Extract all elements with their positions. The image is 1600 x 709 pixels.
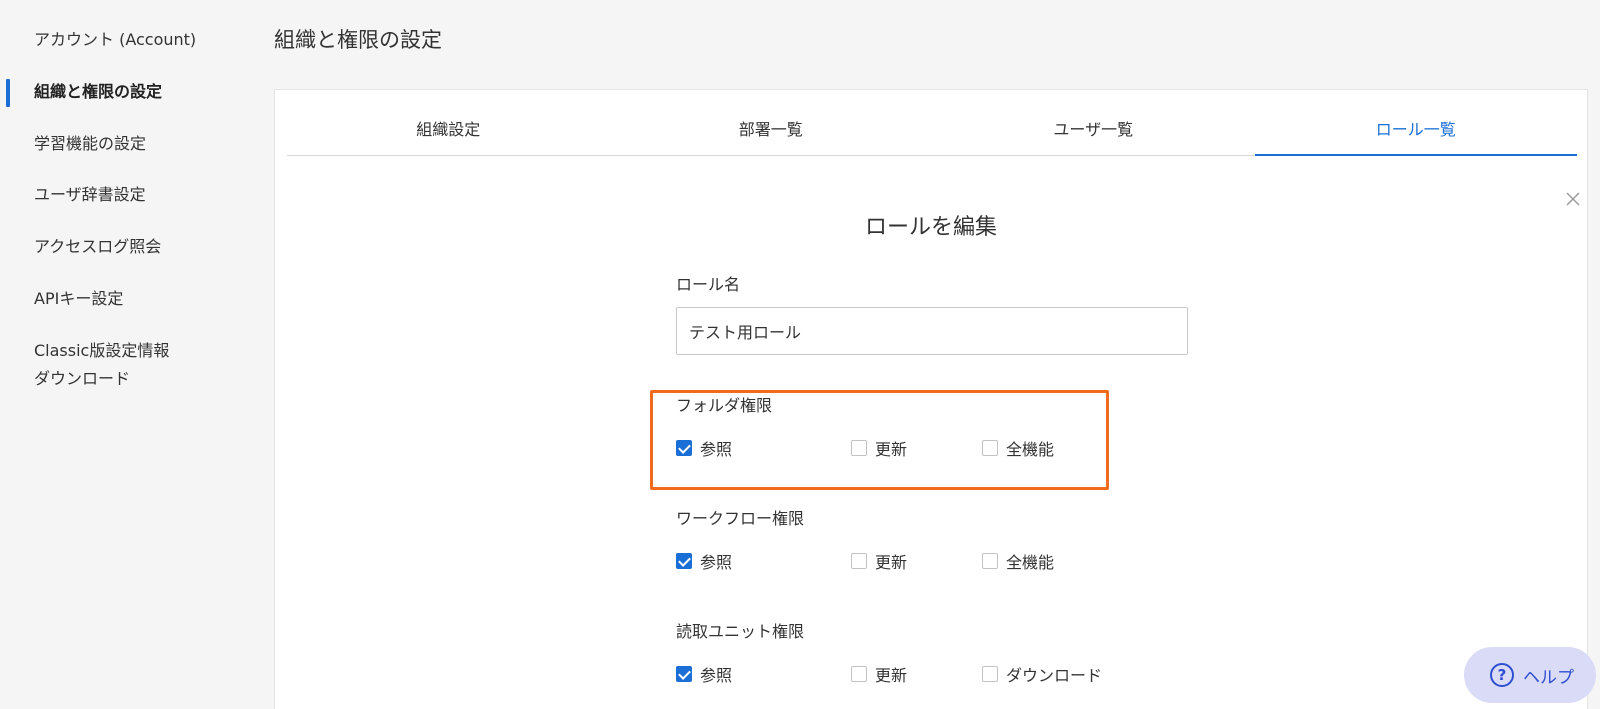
checkbox-unchecked-icon [851, 666, 867, 682]
help-icon: ? [1490, 663, 1514, 687]
workflow-view-checkbox[interactable]: 参照 [676, 549, 732, 573]
workflow-permission-label: ワークフロー権限 [676, 509, 805, 528]
workflow-update-checkbox[interactable]: 更新 [851, 549, 907, 573]
checkbox-unchecked-icon [851, 553, 867, 569]
workflow-permission-options: 参照 更新 全機能 [676, 549, 1196, 573]
help-button[interactable]: ? ヘルプ [1464, 647, 1596, 703]
sidebar-item-api-key[interactable]: APIキー設定 [34, 285, 123, 313]
folder-permission-highlight [650, 390, 1109, 490]
sidebar-item-access-log[interactable]: アクセスログ照会 [34, 233, 161, 261]
checkbox-unchecked-icon [982, 666, 998, 682]
sidebar: アカウント (Account) 組織と権限の設定 学習機能の設定 ユーザ辞書設定… [0, 0, 250, 709]
checkbox-label: ダウンロード [1006, 666, 1103, 685]
checkbox-label: 更新 [875, 553, 908, 572]
tab-department-list[interactable]: 部署一覧 [610, 90, 933, 155]
reading-unit-download-checkbox[interactable]: ダウンロード [982, 662, 1102, 686]
tab-organization-settings[interactable]: 組織設定 [287, 90, 610, 155]
checkbox-label: 参照 [700, 666, 733, 685]
checkbox-checked-icon [676, 666, 692, 682]
dialog-title: ロールを編集 [864, 215, 997, 240]
sidebar-item-classic-download[interactable]: Classic版設定情報 ダウンロード [34, 337, 169, 393]
sidebar-item-user-dictionary[interactable]: ユーザ辞書設定 [34, 181, 146, 209]
reading-unit-permission-options: 参照 更新 ダウンロード [676, 662, 1196, 686]
checkbox-unchecked-icon [982, 553, 998, 569]
checkbox-label: 更新 [875, 666, 908, 685]
sidebar-active-indicator [6, 79, 10, 107]
reading-unit-view-checkbox[interactable]: 参照 [676, 662, 732, 686]
tab-role-list[interactable]: ロール一覧 [1254, 90, 1578, 156]
sidebar-item-classic-line2: ダウンロード [34, 369, 131, 388]
checkbox-label: 全機能 [1006, 553, 1055, 572]
checkbox-label: 参照 [700, 553, 733, 572]
role-name-input[interactable] [676, 307, 1188, 355]
page-title: 組織と権限の設定 [274, 28, 442, 52]
reading-unit-update-checkbox[interactable]: 更新 [851, 662, 907, 686]
sidebar-item-learning[interactable]: 学習機能の設定 [34, 130, 146, 158]
role-name-label: ロール名 [676, 275, 741, 294]
sidebar-item-classic-line1: Classic版設定情報 [34, 341, 170, 360]
close-icon[interactable] [1564, 190, 1582, 208]
reading-unit-permission-label: 読取ユニット権限 [676, 622, 805, 641]
sidebar-item-organization-permissions[interactable]: 組織と権限の設定 [34, 78, 162, 106]
workflow-full-access-checkbox[interactable]: 全機能 [982, 549, 1054, 573]
checkbox-checked-icon [676, 553, 692, 569]
tab-user-list[interactable]: ユーザ一覧 [932, 90, 1255, 155]
sidebar-item-account[interactable]: アカウント (Account) [34, 26, 196, 54]
help-label: ヘルプ [1523, 667, 1574, 688]
tab-bar: 組織設定 部署一覧 ユーザ一覧 ロール一覧 [287, 90, 1577, 156]
